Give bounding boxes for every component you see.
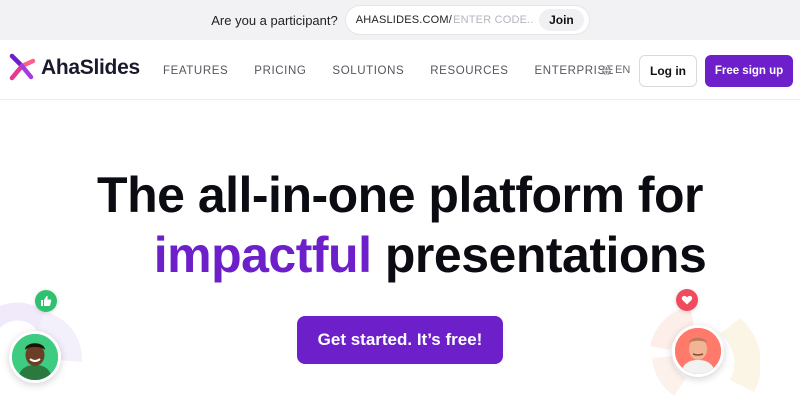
- participant-bar: Are you a participant? AHASLIDES.COM/ Jo…: [0, 0, 800, 40]
- brand-logo[interactable]: AhaSlides: [9, 53, 140, 83]
- participant-avatar-left: [9, 331, 61, 383]
- join-code-box: AHASLIDES.COM/ Join: [345, 6, 589, 34]
- nav-links: FEATURES PRICING SOLUTIONS RESOURCES ENT…: [163, 65, 640, 77]
- free-signup-button[interactable]: Free sign up: [705, 55, 793, 87]
- join-url-prefix: AHASLIDES.COM/: [355, 14, 453, 26]
- like-badge: [35, 290, 57, 312]
- join-button[interactable]: Join: [539, 9, 584, 31]
- heart-badge: [676, 289, 698, 311]
- hero-headline-line1: The all-in-one platform for: [97, 167, 703, 223]
- participant-avatar-right: [672, 325, 724, 377]
- thumbs-up-icon: [41, 296, 52, 306]
- nav-link-resources[interactable]: RESOURCES: [430, 65, 508, 77]
- nav-link-solutions[interactable]: SOLUTIONS: [332, 65, 404, 77]
- globe-icon: [601, 65, 612, 75]
- heart-icon: [681, 295, 693, 305]
- main-navigation: AhaSlides FEATURES PRICING SOLUTIONS RES…: [0, 40, 800, 100]
- person-avatar-icon: [675, 328, 721, 374]
- hero-headline-line2: impactful presentations: [0, 226, 800, 284]
- get-started-button[interactable]: Get started. It’s free!: [297, 316, 503, 364]
- language-selector[interactable]: EN: [601, 64, 630, 76]
- person-avatar-icon: [12, 334, 58, 380]
- language-label: EN: [615, 64, 631, 76]
- nav-link-pricing[interactable]: PRICING: [254, 65, 306, 77]
- nav-link-features[interactable]: FEATURES: [163, 65, 228, 77]
- login-button[interactable]: Log in: [639, 55, 697, 87]
- ahaslides-logo-icon: [9, 53, 36, 81]
- participant-question: Are you a participant?: [211, 12, 338, 28]
- event-code-input[interactable]: [453, 14, 534, 26]
- brand-name: AhaSlides: [41, 56, 140, 79]
- hero-accent-word: impactful: [153, 227, 372, 283]
- hero-headline-rest: presentations: [384, 227, 707, 283]
